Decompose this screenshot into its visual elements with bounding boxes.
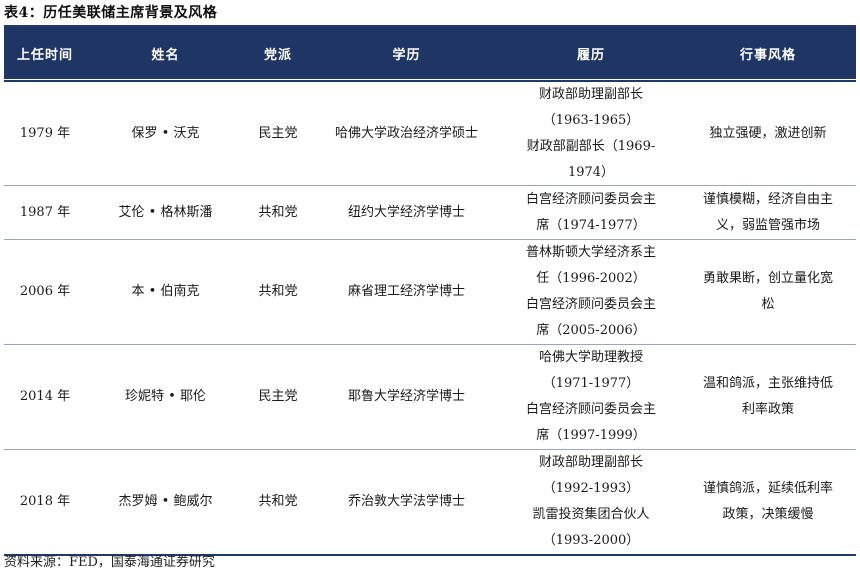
- cell-term: 1979 年: [19, 125, 71, 141]
- cell-style: 温和鸽派，主张维持低 利率政策: [680, 371, 856, 423]
- table-header: 上任时间 姓名 党派 学历 履历 行事风格: [4, 27, 856, 79]
- cell-experience: 白宫经济顾问委员会主 席（1974-1977）: [502, 187, 680, 239]
- cell-education: 耶鲁大学经济学博士: [347, 389, 465, 404]
- header-education: 学历: [392, 47, 421, 63]
- table-row: 2018 年 杰罗姆 • 鲍威尔 共和党 乔治敦大学法学博士 财政部助理副部长 …: [4, 450, 856, 556]
- style-line: 松: [761, 297, 775, 312]
- experience-line: （1963-1965）: [542, 112, 640, 128]
- experience-line: 席（2005-2006）: [536, 323, 646, 338]
- experience-line: 凯雷投资集团合伙人: [532, 507, 650, 522]
- table-body: 1979 年 保罗 • 沃克 民主党 哈佛大学政治经济学硕士 财政部助理副部长 …: [4, 82, 856, 556]
- cell-party: 共和党: [258, 204, 298, 220]
- cell-style: 勇敢果断，创立量化宽 松: [680, 266, 856, 318]
- cell-education: 麻省理工经济学博士: [347, 284, 465, 299]
- table-row: 2006 年 本 • 伯南克 共和党 麻省理工经济学博士 普林斯顿大学经济系主 …: [4, 240, 856, 345]
- table-row: 1979 年 保罗 • 沃克 民主党 哈佛大学政治经济学硕士 财政部助理副部长 …: [4, 82, 856, 186]
- cell-party: 民主党: [258, 389, 298, 404]
- cell-name: 保罗 • 沃克: [131, 125, 200, 141]
- experience-line: 席（1974-1977）: [536, 217, 646, 233]
- experience-line: 哈佛大学助理教授: [538, 350, 643, 365]
- style-line: 温和鸽派，主张维持低: [702, 376, 833, 391]
- cell-experience: 财政部助理副部长 （1992-1993） 凯雷投资集团合伙人 （1993-200…: [502, 450, 680, 554]
- cell-term: 2014 年: [19, 389, 71, 404]
- cell-experience: 哈佛大学助理教授 （1971-1977） 白宫经济顾问委员会主 席（1997-1…: [502, 345, 680, 449]
- cell-name: 杰罗姆 • 鲍威尔: [118, 494, 213, 509]
- experience-line: 财政部助理副部长: [538, 455, 643, 470]
- source-note: 资料来源：FED，国泰海通证券研究: [4, 555, 215, 570]
- experience-line: 财政部助理副部长: [538, 86, 643, 102]
- header-name: 姓名: [151, 47, 180, 63]
- cell-education: 乔治敦大学法学博士: [347, 494, 465, 509]
- style-line: 利率政策: [741, 402, 794, 417]
- experience-line: （1971-1977）: [542, 376, 640, 391]
- experience-line: 任（1996-2002）: [536, 271, 646, 286]
- experience-line: （1993-2000）: [542, 533, 640, 548]
- cell-experience: 财政部助理副部长 （1963-1965） 财政部副部长（1969- 1974）: [502, 82, 680, 186]
- experience-line: （1992-1993）: [542, 481, 640, 496]
- table-caption: 表4：历任美联储主席背景及风格: [4, 5, 218, 21]
- experience-line: 席（1997-1999）: [536, 428, 646, 443]
- style-line: 谨慎鸽派，延续低利率: [702, 481, 833, 496]
- experience-line: 白宫经济顾问委员会主: [525, 191, 656, 207]
- cell-party: 共和党: [258, 494, 298, 509]
- table-row: 1987 年 艾伦 • 格林斯潘 共和党 纽约大学经济学博士 白宫经济顾问委员会…: [4, 186, 856, 240]
- header-party: 党派: [263, 47, 292, 63]
- cell-name: 珍妮特 • 耶伦: [125, 389, 206, 404]
- header-term: 上任时间: [16, 47, 73, 63]
- header-style: 行事风格: [739, 47, 796, 63]
- cell-term: 2018 年: [19, 494, 71, 509]
- style-line: 政策，决策缓慢: [722, 507, 814, 522]
- cell-style: 独立强硬，激进创新: [680, 121, 856, 147]
- cell-term: 2006 年: [19, 284, 71, 299]
- cell-style: 谨慎模糊，经济自由主 义，弱监管强市场: [680, 187, 856, 239]
- style-line: 独立强硬，激进创新: [709, 125, 827, 141]
- experience-line: 白宫经济顾问委员会主: [525, 402, 656, 417]
- cell-education: 哈佛大学政治经济学硕士: [334, 125, 478, 141]
- experience-line: 财政部副部长（1969-: [526, 138, 656, 154]
- header-experience: 履历: [576, 47, 605, 63]
- experience-line: 1974）: [567, 164, 615, 180]
- cell-party: 共和党: [258, 284, 298, 299]
- table-row: 2014 年 珍妮特 • 耶伦 民主党 耶鲁大学经济学博士 哈佛大学助理教授 （…: [4, 345, 856, 450]
- cell-party: 民主党: [258, 125, 298, 141]
- cell-name: 本 • 伯南克: [131, 284, 200, 299]
- cell-term: 1987 年: [19, 204, 71, 220]
- cell-name: 艾伦 • 格林斯潘: [118, 204, 213, 220]
- style-line: 谨慎模糊，经济自由主: [702, 191, 833, 207]
- cell-experience: 普林斯顿大学经济系主 任（1996-2002） 白宫经济顾问委员会主 席（200…: [502, 240, 680, 344]
- experience-line: 普林斯顿大学经济系主: [525, 245, 656, 260]
- cell-style: 谨慎鸽派，延续低利率 政策，决策缓慢: [680, 476, 856, 528]
- style-line: 义，弱监管强市场: [715, 217, 820, 233]
- experience-line: 白宫经济顾问委员会主: [525, 297, 656, 312]
- style-line: 勇敢果断，创立量化宽: [702, 271, 833, 286]
- cell-education: 纽约大学经济学博士: [347, 204, 465, 220]
